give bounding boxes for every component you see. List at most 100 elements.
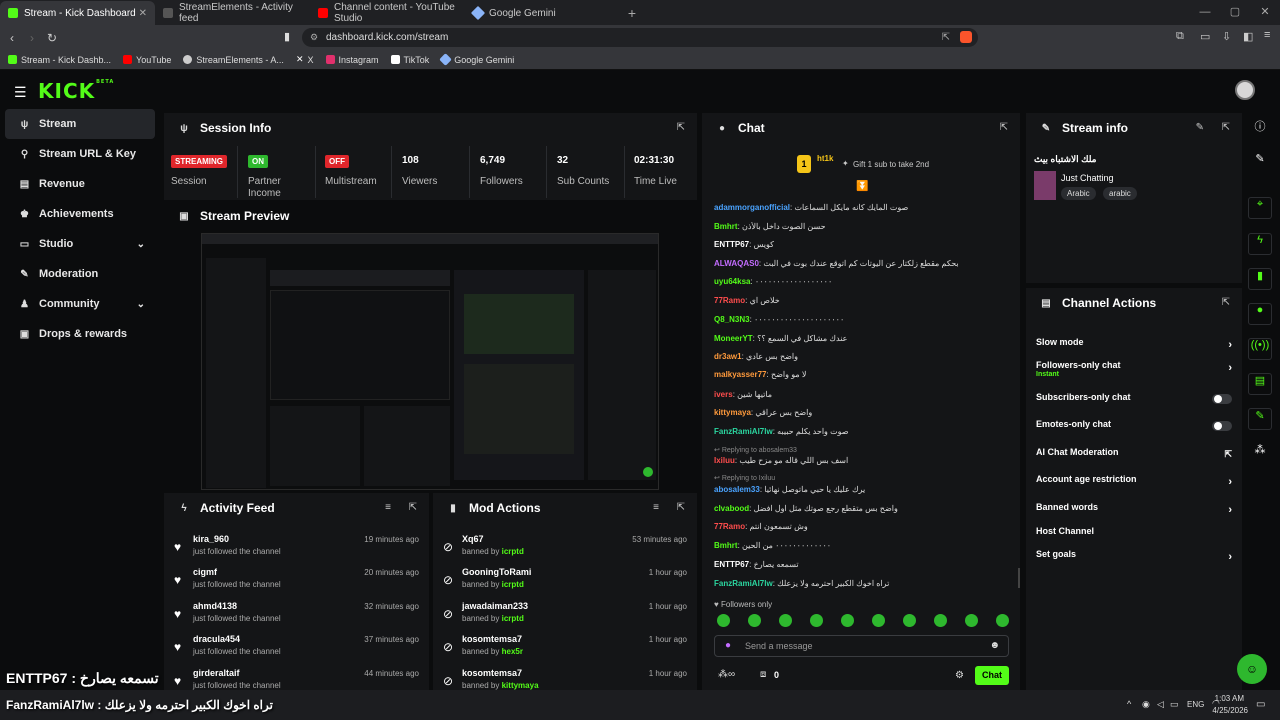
emotes-only-toggle[interactable] bbox=[1212, 421, 1232, 431]
sidebar-item-moderation[interactable]: ✎ Moderation bbox=[5, 259, 155, 289]
gift-box-icon[interactable]: ⧈ bbox=[760, 669, 766, 680]
download-icon[interactable]: ⇩ bbox=[1222, 30, 1231, 43]
ai-chat-moderation-row[interactable]: AI Chat Moderation ⇱ bbox=[1036, 447, 1232, 469]
send-chat-button[interactable]: Chat bbox=[975, 666, 1009, 685]
chat-scrollbar[interactable] bbox=[1018, 568, 1020, 588]
chat-username[interactable]: Bmhrt bbox=[714, 222, 738, 231]
chat-username[interactable]: malkyasser77 bbox=[714, 370, 767, 379]
slow-mode-row[interactable]: Slow mode › bbox=[1036, 337, 1232, 359]
chat-username[interactable]: Ixiluu bbox=[714, 456, 735, 465]
moderator-name[interactable]: icrptd bbox=[502, 580, 524, 589]
popout-icon[interactable]: ⇱ bbox=[677, 122, 685, 133]
emote-icon[interactable] bbox=[841, 614, 854, 627]
tag-chip[interactable]: arabic bbox=[1103, 187, 1137, 200]
account-age-row[interactable]: Account age restriction › bbox=[1036, 474, 1232, 496]
share-icon[interactable]: ⇱ bbox=[942, 28, 950, 47]
chat-username[interactable]: dr3aw1 bbox=[714, 352, 742, 361]
emote-icon[interactable] bbox=[717, 614, 730, 627]
pencil-icon[interactable]: ✎ bbox=[1248, 152, 1272, 174]
set-goals-row[interactable]: Set goals › bbox=[1036, 549, 1232, 571]
extensions-icon[interactable]: ⧉ bbox=[1176, 30, 1184, 43]
bookmark-kick[interactable]: Stream - Kick Dashb... bbox=[8, 55, 111, 65]
chat-username[interactable]: abosalem33 bbox=[714, 485, 760, 494]
banned-user[interactable]: GooningToRami bbox=[462, 567, 531, 577]
edit-icon[interactable]: ✎ bbox=[1196, 122, 1204, 133]
brave-shield-icon[interactable] bbox=[960, 31, 972, 43]
chat-username[interactable]: ivers bbox=[714, 390, 733, 399]
sidebar-item-studio[interactable]: ▭ Studio ⌄ bbox=[5, 229, 155, 259]
followers-only-row[interactable]: Followers-only chat Instant › bbox=[1036, 360, 1232, 382]
sidebar-item-stream-url-key[interactable]: ⚲ Stream URL & Key bbox=[5, 139, 155, 169]
emote-icon[interactable] bbox=[965, 614, 978, 627]
banned-user[interactable]: kosomtemsa7 bbox=[462, 668, 522, 678]
sidebar-item-achievements[interactable]: ♚ Achievements bbox=[5, 199, 155, 229]
chat-username[interactable]: MoneerYT bbox=[714, 334, 753, 343]
moderator-name[interactable]: icrptd bbox=[502, 614, 524, 623]
sidebar-item-community[interactable]: ♟ Community ⌄ bbox=[5, 289, 155, 319]
popout-icon[interactable]: ⇱ bbox=[677, 502, 685, 513]
chat-username[interactable]: FanzRamiAl7lw bbox=[714, 579, 773, 588]
banned-user[interactable]: Xq67 bbox=[462, 534, 484, 544]
support-chat-icon[interactable]: ☺ bbox=[1237, 654, 1267, 684]
bookmark-instagram[interactable]: Instagram bbox=[325, 55, 379, 65]
bookmark-streamelements[interactable]: StreamElements - A... bbox=[183, 55, 284, 65]
clock-time[interactable]: 1:03 AM bbox=[1212, 694, 1244, 703]
points-icon[interactable]: ⁂∞ bbox=[718, 669, 735, 680]
stream-preview-video[interactable] bbox=[201, 233, 659, 490]
language-indicator[interactable]: ENG bbox=[1187, 700, 1204, 709]
notification-icon[interactable]: ▭ bbox=[1256, 699, 1265, 710]
category-name[interactable]: Just Chatting bbox=[1061, 173, 1114, 183]
popout-icon[interactable]: ⇱ bbox=[1222, 297, 1230, 308]
layers-icon[interactable]: ▤ bbox=[1248, 373, 1272, 395]
chat-username[interactable]: Bmhrt bbox=[714, 541, 738, 550]
reload-icon[interactable]: ↻ bbox=[42, 31, 62, 45]
back-icon[interactable]: ‹ bbox=[2, 31, 22, 45]
moderator-name[interactable]: kittymaya bbox=[502, 681, 539, 690]
forward-icon[interactable]: › bbox=[22, 31, 42, 45]
emoji-icon[interactable]: ☻ bbox=[989, 640, 1000, 651]
follower-name[interactable]: kira_960 bbox=[193, 534, 229, 544]
sidebar-item-stream[interactable]: ψ Stream bbox=[5, 109, 155, 139]
clock-date[interactable]: 4/25/2026 bbox=[1204, 706, 1248, 715]
sidebar-item-revenue[interactable]: ▤ Revenue bbox=[5, 169, 155, 199]
banned-user[interactable]: jawadaiman233 bbox=[462, 601, 528, 611]
crosshair-icon[interactable]: ⌖ bbox=[1248, 197, 1272, 219]
emote-icon[interactable] bbox=[748, 614, 761, 627]
chat-username[interactable]: adammorganofficial bbox=[714, 203, 790, 212]
url-field[interactable]: ⚙ dashboard.kick.com/stream ⇱ bbox=[302, 28, 978, 47]
banned-user[interactable]: kosomtemsa7 bbox=[462, 634, 522, 644]
chat-username[interactable]: Q8_N3N3 bbox=[714, 315, 750, 324]
scroll-down-icon[interactable]: ⏬ bbox=[856, 181, 868, 192]
top-gifter-name[interactable]: ht1k bbox=[817, 154, 833, 163]
chat-username[interactable]: FanzRamiAl7lw bbox=[714, 427, 773, 436]
follower-name[interactable]: ahmd4138 bbox=[193, 601, 237, 611]
chat-settings-icon[interactable]: ⚙ bbox=[955, 670, 964, 681]
bookmark-tiktok[interactable]: TikTok bbox=[390, 55, 429, 65]
volume-icon[interactable]: ◁ bbox=[1157, 699, 1164, 710]
follower-name[interactable]: cigmf bbox=[193, 567, 217, 577]
battery-icon[interactable]: ▭ bbox=[1170, 699, 1179, 710]
kick-logo[interactable]: KICKBETA bbox=[38, 79, 114, 103]
menu-icon[interactable]: ≡ bbox=[1264, 29, 1270, 41]
sidebar-item-drops-rewards[interactable]: ▣ Drops & rewards bbox=[5, 319, 155, 349]
chat-username[interactable]: kittymaya bbox=[714, 408, 751, 417]
tab-streamelements[interactable]: StreamElements - Activity feed bbox=[155, 1, 310, 25]
filter-icon[interactable]: ≡ bbox=[385, 502, 391, 513]
mic-icon[interactable]: ● bbox=[725, 640, 731, 651]
emote-icon[interactable] bbox=[903, 614, 916, 627]
popout-icon[interactable]: ⇱ bbox=[1000, 122, 1008, 133]
filter-icon[interactable]: ≡ bbox=[653, 502, 659, 513]
close-tab-icon[interactable]: ✕ bbox=[139, 8, 147, 19]
sidebar-toggle-icon[interactable]: ◧ bbox=[1243, 30, 1253, 43]
network-icon[interactable]: ◉ bbox=[1142, 699, 1150, 710]
user-avatar[interactable] bbox=[1235, 80, 1255, 100]
bookmark-icon[interactable]: ▮ bbox=[284, 30, 290, 43]
close-window-icon[interactable]: ✕ bbox=[1250, 0, 1280, 24]
wallet-icon[interactable]: ▭ bbox=[1200, 30, 1210, 43]
banned-words-row[interactable]: Banned words › bbox=[1036, 502, 1232, 524]
community-icon[interactable]: ⁂ bbox=[1248, 443, 1272, 465]
subscribers-only-toggle[interactable] bbox=[1212, 394, 1232, 404]
info-icon[interactable]: ⓘ bbox=[1248, 118, 1272, 140]
lightning-icon[interactable]: ϟ bbox=[1248, 233, 1272, 255]
chat-username[interactable]: ALWAQAS0 bbox=[714, 259, 759, 268]
